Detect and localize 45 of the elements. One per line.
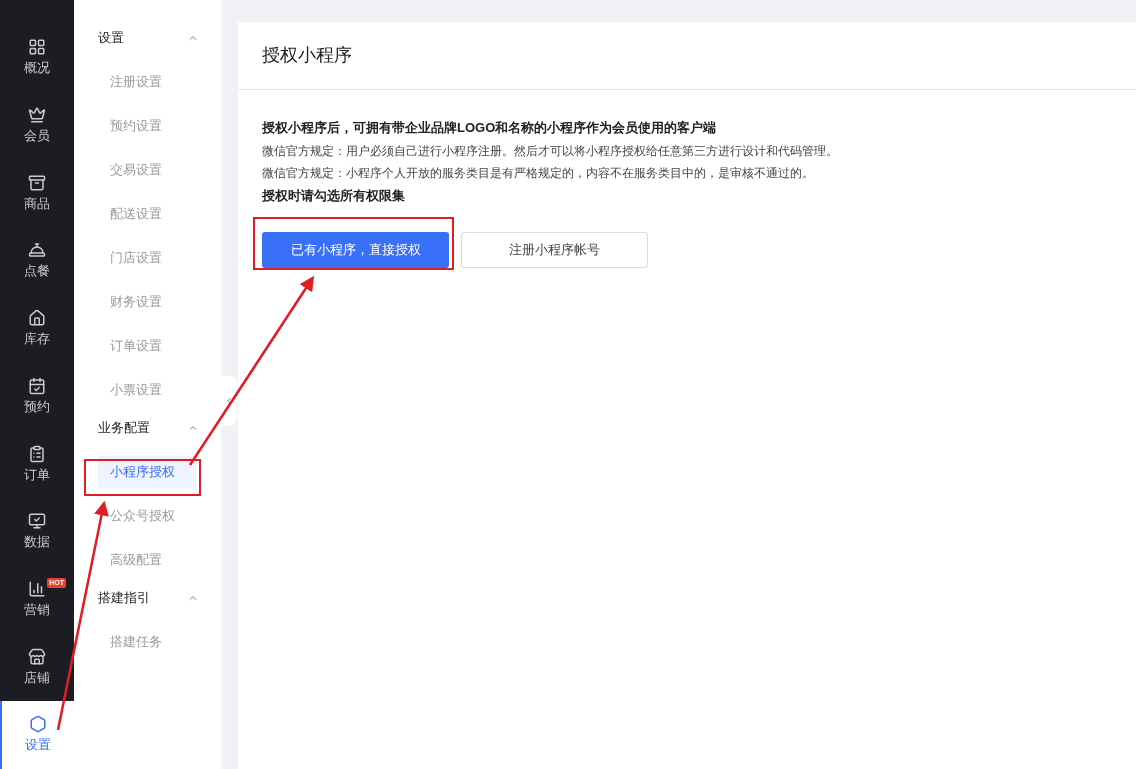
nav-rail-label: 商品 — [24, 194, 50, 213]
nav-rail-item[interactable]: 商品 — [0, 159, 74, 228]
register-button[interactable]: 注册小程序帐号 — [461, 232, 648, 268]
menu-group-header[interactable]: 搭建指引 — [74, 582, 221, 614]
menu-group-header[interactable]: 设置 — [74, 22, 221, 54]
submenu-item[interactable]: 小程序授权 — [98, 456, 197, 488]
page-title: 授权小程序 — [262, 44, 352, 67]
chart-icon — [28, 580, 46, 598]
nav-rail-label: 设置 — [25, 736, 51, 755]
nav-rail-label: 点餐 — [24, 262, 50, 281]
nav-rail-item[interactable]: 会员 — [0, 91, 74, 160]
nav-rail-label: 库存 — [24, 330, 50, 349]
section-heading: 授权小程序后，可拥有带企业品牌LOGO和名称的小程序作为会员使用的客户端 — [262, 119, 717, 137]
nav-rail-item[interactable]: 概况 — [0, 24, 74, 92]
menu-group-header[interactable]: 业务配置 — [74, 412, 221, 444]
nav-rail-label: 数据 — [24, 533, 50, 552]
nav-rail-item[interactable]: 店铺 — [0, 633, 74, 702]
nav-rail-item[interactable]: 数据 — [0, 498, 74, 566]
crown-icon — [28, 105, 46, 124]
nav-rail-item[interactable]: 预约 — [0, 362, 74, 431]
grid-icon — [28, 38, 46, 57]
chevron-left-icon — [224, 395, 234, 406]
rule-note: 微信官方规定：小程序个人开放的服务类目是有严格规定的，内容不在服务类目中的，是审核不通过的。 — [262, 166, 814, 181]
monitor-icon — [28, 512, 46, 531]
box-icon — [28, 173, 46, 192]
store-icon — [28, 647, 46, 666]
authorize-button[interactable]: 已有小程序，直接授权 — [262, 232, 449, 268]
section-heading: 授权时请勾选所有权限集 — [262, 187, 405, 205]
nav-rail-label: 店铺 — [24, 668, 50, 687]
rule-note: 微信官方规定：用户必须自己进行小程序注册。然后才可以将小程序授权给任意第三方进行设计和代码管理。 — [262, 144, 838, 159]
nav-rail-item[interactable]: 点餐 — [0, 227, 74, 295]
calendar-icon — [28, 376, 46, 395]
nav-rail-label: 概况 — [24, 59, 50, 78]
nav-rail-label: 订单 — [24, 465, 50, 484]
nav-rail-item[interactable]: 设置 — [0, 701, 74, 769]
nav-rail-item[interactable]: 库存 — [0, 294, 74, 363]
nav-rail-label: 预约 — [24, 397, 50, 416]
nav-rail-item[interactable]: 订单 — [0, 430, 74, 499]
nav-rail-label: 营销 — [24, 601, 50, 619]
nav-rail-label: 会员 — [24, 126, 50, 145]
collapse-handle[interactable] — [221, 375, 237, 426]
house-icon — [28, 309, 46, 328]
bell-icon — [28, 241, 46, 260]
settings-icon — [29, 715, 47, 734]
clipboard-icon — [28, 444, 46, 463]
